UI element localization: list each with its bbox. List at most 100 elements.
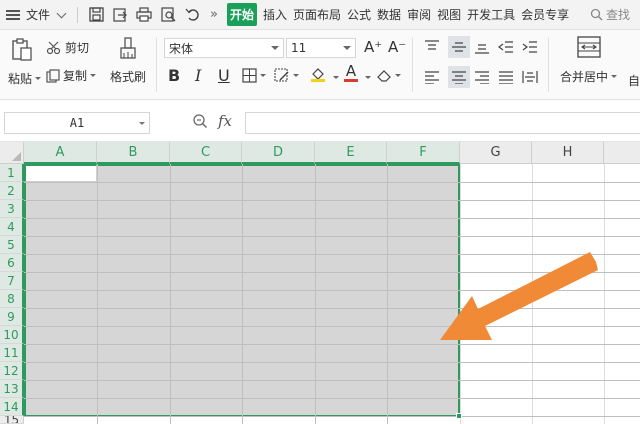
align-bottom-button[interactable] bbox=[474, 40, 490, 54]
print-icon[interactable] bbox=[135, 6, 153, 24]
gridline-horizontal bbox=[24, 200, 640, 201]
tab-insert[interactable]: 插入 bbox=[263, 6, 287, 23]
paste-icon bbox=[8, 36, 36, 62]
file-menu[interactable]: 文件 bbox=[0, 0, 71, 30]
fill-handle[interactable] bbox=[456, 413, 462, 419]
row-header-10[interactable]: 10 bbox=[0, 326, 24, 344]
row-header-9[interactable]: 9 bbox=[0, 308, 24, 326]
font-color-swatch bbox=[344, 79, 358, 82]
tab-view[interactable]: 视图 bbox=[437, 6, 461, 23]
gridline-horizontal bbox=[24, 218, 640, 219]
shrink-font-button[interactable]: A⁻ bbox=[388, 38, 406, 56]
copy-button[interactable]: 复制 bbox=[46, 67, 97, 84]
align-center-button[interactable] bbox=[448, 66, 470, 88]
align-right-icon bbox=[475, 71, 489, 84]
font-color-dropdown-icon[interactable] bbox=[365, 76, 371, 79]
align-left-button[interactable] bbox=[424, 70, 440, 84]
column-header-a[interactable]: A bbox=[24, 142, 97, 164]
align-left-icon bbox=[425, 71, 439, 84]
column-header-f[interactable]: F bbox=[387, 142, 460, 164]
align-top-button[interactable] bbox=[424, 40, 440, 54]
row-header-14[interactable]: 14 bbox=[0, 398, 24, 416]
row-header-7[interactable]: 7 bbox=[0, 272, 24, 290]
row-header-8[interactable]: 8 bbox=[0, 290, 24, 308]
cell-style-button[interactable] bbox=[274, 68, 299, 83]
distributed-align-button[interactable] bbox=[522, 70, 538, 84]
gridline-horizontal bbox=[24, 344, 640, 345]
row-header-12[interactable]: 12 bbox=[0, 362, 24, 380]
fill-color-button[interactable] bbox=[310, 66, 326, 82]
zoom-search-icon[interactable] bbox=[192, 113, 208, 129]
name-box-value: A1 bbox=[69, 116, 85, 130]
decrease-indent-button[interactable] bbox=[498, 40, 514, 54]
increase-indent-button[interactable] bbox=[522, 40, 538, 54]
gridline-vertical bbox=[460, 164, 461, 424]
column-header-h[interactable]: H bbox=[532, 142, 604, 164]
tab-data[interactable]: 数据 bbox=[377, 6, 401, 23]
justify-button[interactable] bbox=[498, 70, 514, 84]
cut-button[interactable]: 剪切 bbox=[46, 39, 89, 56]
column-header-c[interactable]: C bbox=[170, 142, 242, 164]
format-painter-button[interactable]: 格式刷 bbox=[110, 36, 146, 85]
print-preview-icon[interactable] bbox=[159, 6, 177, 24]
merge-center-label: 合并居中 bbox=[560, 70, 609, 84]
tab-home[interactable]: 开始 bbox=[226, 3, 257, 26]
fill-color-dropdown-icon[interactable] bbox=[333, 76, 339, 79]
save-icon[interactable] bbox=[87, 6, 105, 24]
row-header-3[interactable]: 3 bbox=[0, 200, 24, 218]
column-header-i-partial[interactable] bbox=[604, 142, 640, 164]
tab-member[interactable]: 会员专享 bbox=[521, 6, 569, 23]
active-cell-a1[interactable] bbox=[24, 164, 97, 182]
column-header-d[interactable]: D bbox=[242, 142, 315, 164]
hamburger-icon bbox=[6, 9, 20, 20]
export-icon[interactable] bbox=[111, 6, 129, 24]
gridline-horizontal bbox=[24, 272, 640, 273]
auto-wrap-label: 自 bbox=[628, 74, 640, 88]
name-box[interactable]: A1 bbox=[4, 112, 150, 134]
formula-tools: fx bbox=[192, 112, 232, 130]
paste-button[interactable]: 粘贴 bbox=[8, 36, 42, 87]
align-right-button[interactable] bbox=[474, 70, 490, 84]
column-header-e[interactable]: E bbox=[315, 142, 387, 164]
divider bbox=[412, 38, 413, 92]
align-middle-button[interactable] bbox=[448, 36, 470, 58]
auto-wrap-button[interactable]: 自 bbox=[628, 72, 640, 89]
undo-icon[interactable] bbox=[183, 6, 201, 24]
font-name-select[interactable]: 宋体 bbox=[164, 38, 284, 58]
column-header-b[interactable]: B bbox=[97, 142, 170, 164]
row-header-15[interactable]: 15 bbox=[0, 416, 24, 424]
select-all-corner[interactable] bbox=[0, 142, 24, 164]
search-label: 查找 bbox=[605, 8, 630, 22]
row-header-11[interactable]: 11 bbox=[0, 344, 24, 362]
tab-developer[interactable]: 开发工具 bbox=[467, 6, 515, 23]
insert-function-icon[interactable]: fx bbox=[218, 112, 232, 130]
border-button[interactable] bbox=[242, 68, 266, 83]
align-bottom-icon bbox=[475, 44, 489, 54]
font-color-button[interactable]: A bbox=[344, 64, 358, 82]
row-header-1[interactable]: 1 bbox=[0, 164, 24, 182]
clear-button[interactable] bbox=[376, 68, 401, 83]
italic-button[interactable]: I bbox=[195, 66, 201, 85]
scissors-icon bbox=[46, 41, 61, 54]
row-header-4[interactable]: 4 bbox=[0, 218, 24, 236]
formula-input[interactable] bbox=[245, 112, 640, 134]
merge-center-button[interactable]: 合并居中 bbox=[560, 36, 618, 85]
copy-dropdown-icon bbox=[90, 74, 97, 77]
more-tools-icon[interactable]: » bbox=[210, 7, 218, 22]
row-header-13[interactable]: 13 bbox=[0, 380, 24, 398]
grow-font-button[interactable]: A⁺ bbox=[364, 38, 382, 56]
fill-color-swatch bbox=[311, 79, 325, 82]
search-box[interactable]: 查找 bbox=[590, 6, 630, 23]
tab-page-layout[interactable]: 页面布局 bbox=[293, 6, 341, 23]
tab-formulas[interactable]: 公式 bbox=[347, 6, 371, 23]
bold-button[interactable]: B bbox=[168, 66, 180, 85]
font-size-select[interactable]: 11 bbox=[286, 38, 356, 58]
row-header-5[interactable]: 5 bbox=[0, 236, 24, 254]
underline-button[interactable]: U bbox=[218, 66, 230, 85]
row-header-2[interactable]: 2 bbox=[0, 182, 24, 200]
row-header-6[interactable]: 6 bbox=[0, 254, 24, 272]
tab-review[interactable]: 审阅 bbox=[407, 6, 431, 23]
gridline-horizontal bbox=[24, 326, 640, 327]
column-header-g[interactable]: G bbox=[460, 142, 532, 164]
grow-font-icon: A⁺ bbox=[364, 38, 383, 56]
